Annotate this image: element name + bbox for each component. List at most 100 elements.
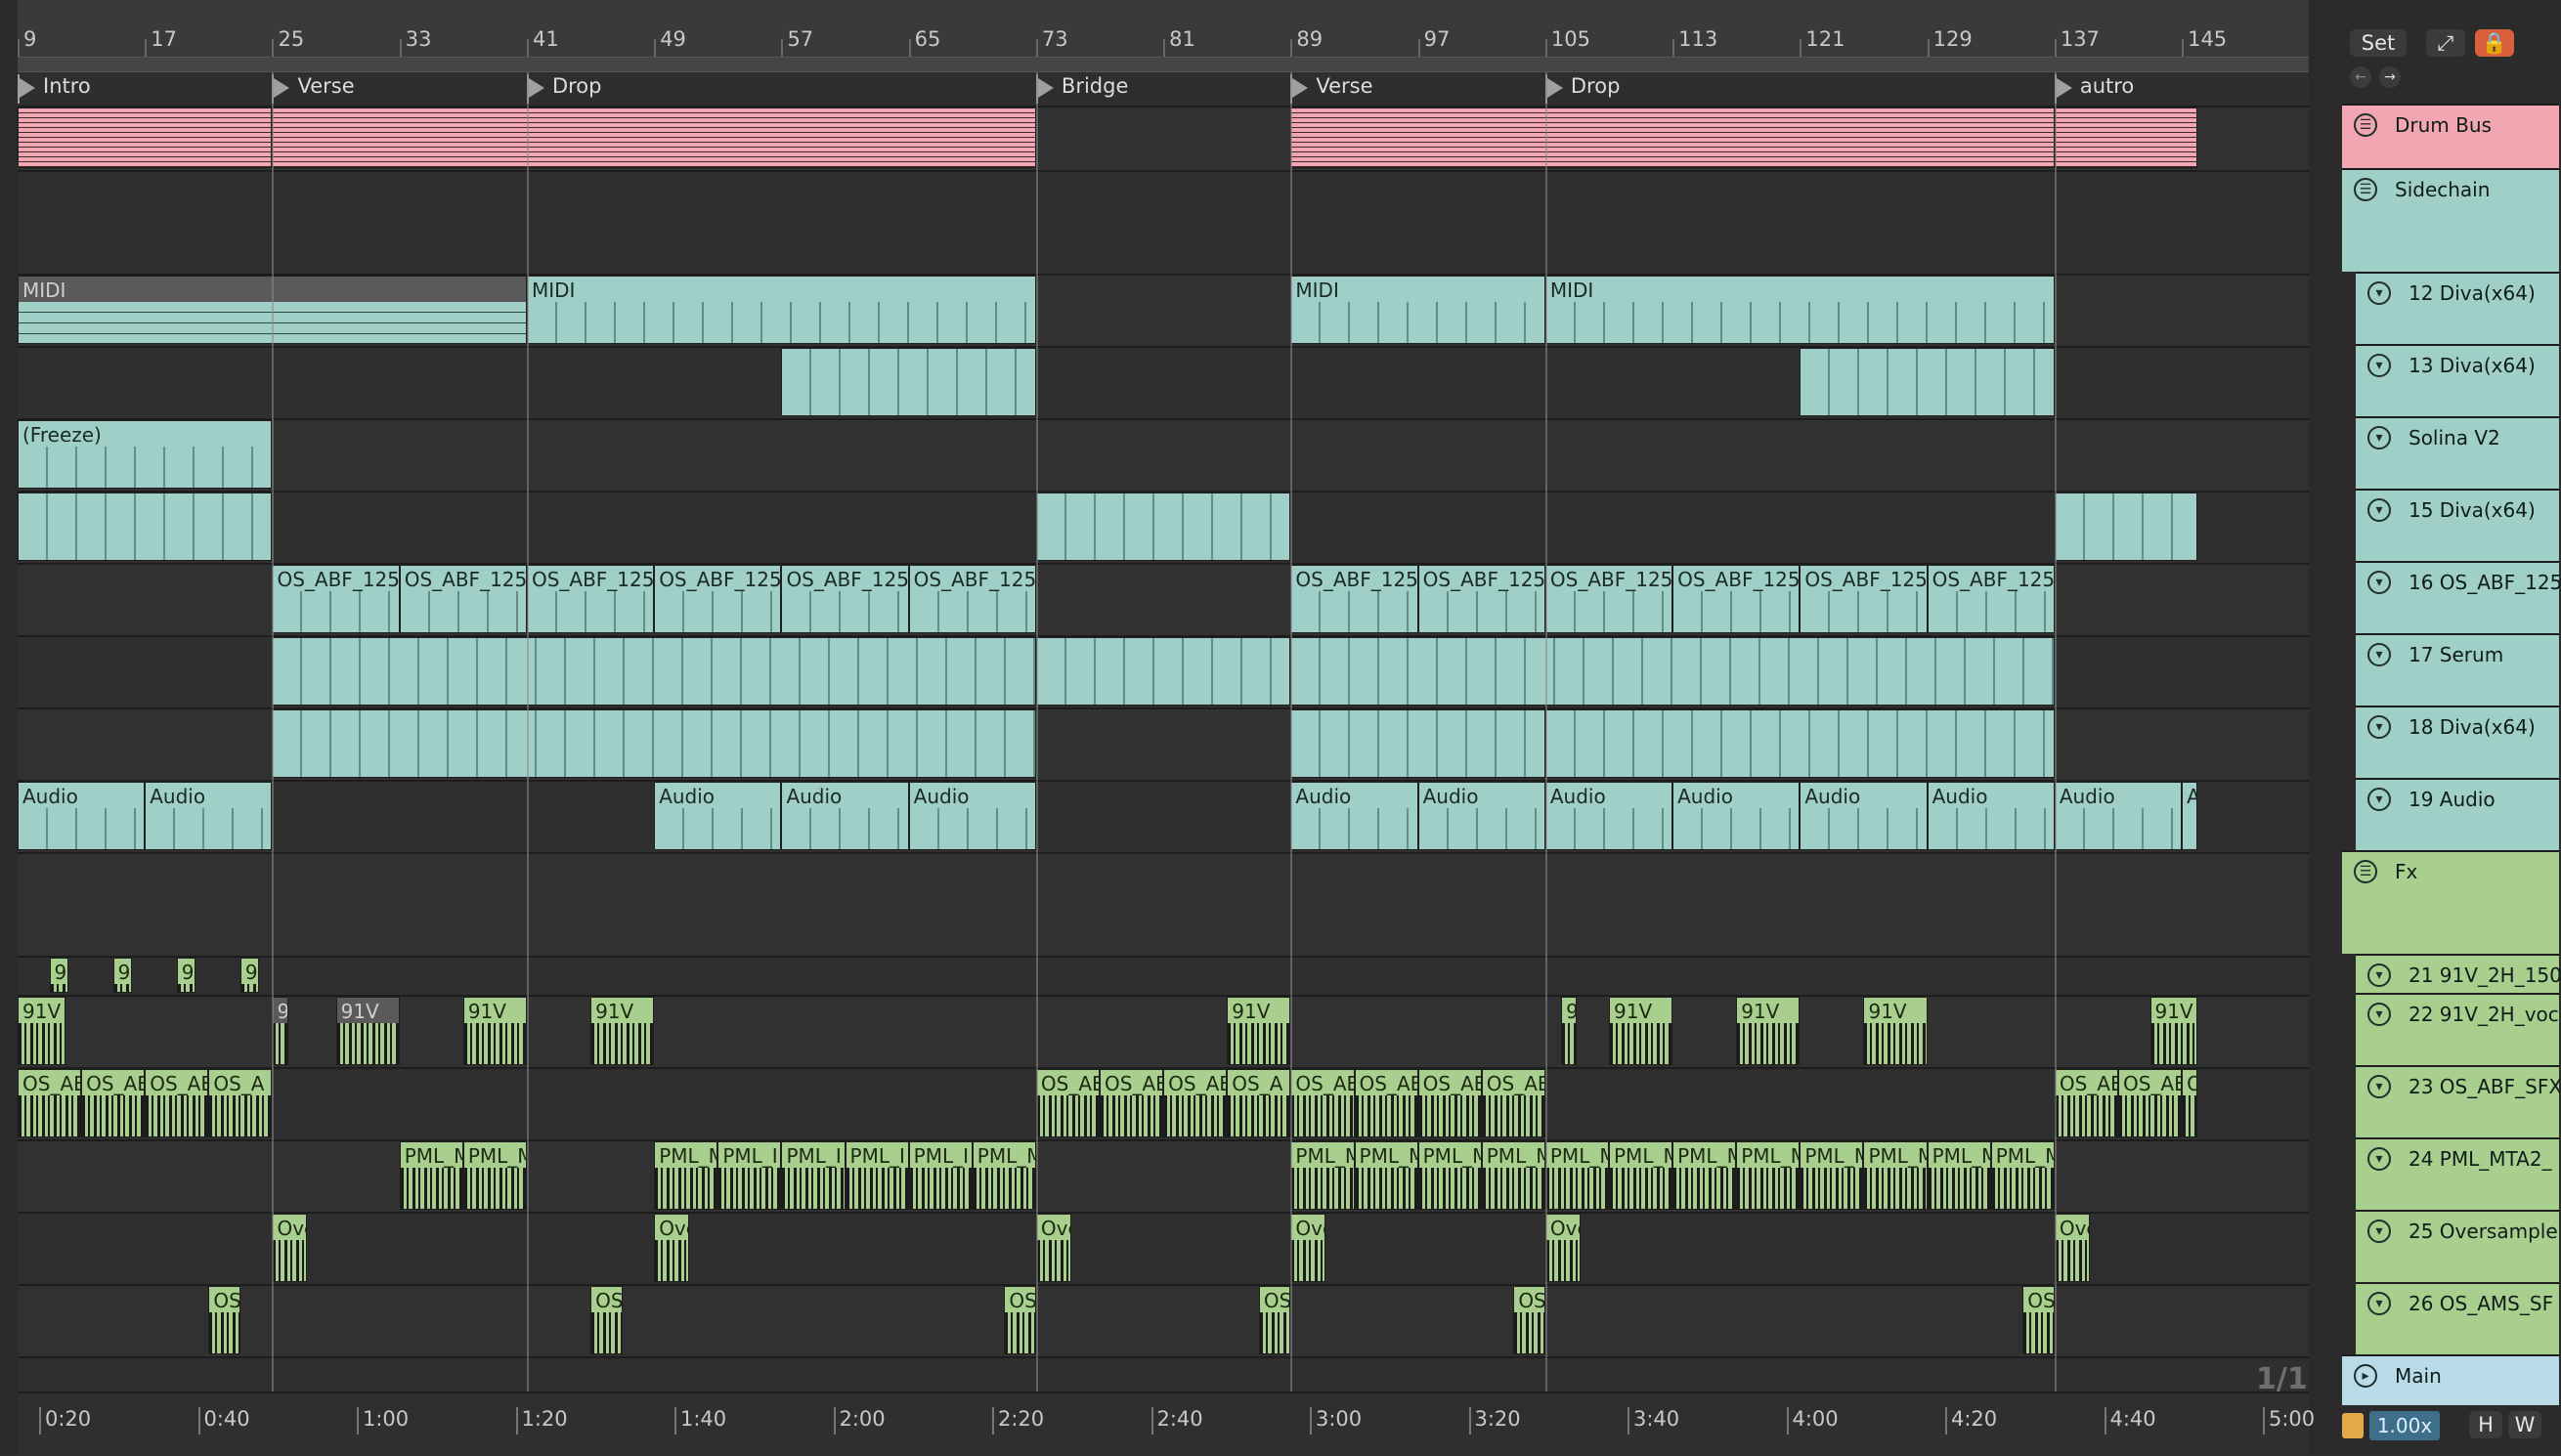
track-header[interactable]: ☰ Sidechain — [2342, 168, 2559, 272]
clip[interactable]: OS_AE — [1354, 1069, 1418, 1137]
clip[interactable]: 91V — [1736, 997, 1801, 1065]
clip[interactable] — [1544, 709, 2055, 778]
fold-icon[interactable]: ▾ — [2367, 964, 2391, 987]
clip[interactable]: OS_A — [1227, 1069, 1291, 1137]
clip[interactable]: 91V — [335, 997, 400, 1065]
clip[interactable]: Audio — [1544, 782, 1673, 850]
clip[interactable]: OS_AE — [1163, 1069, 1228, 1137]
clip[interactable]: PML_M — [1290, 1141, 1355, 1210]
clip[interactable]: PML_M — [1863, 1141, 1928, 1210]
track-lane[interactable] — [18, 418, 2309, 492]
track-header[interactable]: ▾ 22 91V_2H_voc — [2356, 993, 2559, 1065]
clip[interactable]: Audio — [2182, 782, 2198, 850]
clip[interactable]: OS_AE — [1035, 1069, 1101, 1137]
clip[interactable]: Oversa — [1544, 1214, 1581, 1282]
group-fold-icon[interactable]: ☰ — [2354, 113, 2377, 137]
locator[interactable]: Intro — [18, 74, 91, 104]
clip[interactable]: OS_A — [1513, 1286, 1545, 1354]
clip[interactable]: OS_ABF_125 — [781, 565, 909, 633]
fold-icon[interactable]: ▾ — [2367, 643, 2391, 666]
arrangement-scrollbar[interactable] — [18, 57, 2309, 72]
clip[interactable]: 91V — [1863, 997, 1928, 1065]
set-button[interactable]: Set — [2350, 29, 2407, 57]
clip[interactable]: PML_M — [1544, 1141, 1609, 1210]
clip[interactable]: 91V — [1227, 997, 1291, 1065]
locator[interactable]: autro — [2054, 74, 2134, 104]
track-header[interactable]: ▾ 16 OS_ABF_125 — [2356, 561, 2561, 633]
track-lane[interactable] — [18, 170, 2309, 276]
clip[interactable]: Audio — [1290, 782, 1418, 850]
clip[interactable]: Audio — [1672, 782, 1801, 850]
fold-icon[interactable]: ▾ — [2367, 426, 2391, 450]
expand-icon[interactable]: ⤢ — [2426, 29, 2465, 57]
fold-icon[interactable]: ▾ — [2367, 1075, 2391, 1098]
clip[interactable]: 91V — [2149, 997, 2198, 1065]
clip[interactable]: PML_M — [1481, 1141, 1545, 1210]
clip[interactable]: OS_ABF_125 — [1417, 565, 1545, 633]
clip[interactable]: Oversa — [2054, 1214, 2090, 1282]
fold-icon[interactable]: ▾ — [2367, 498, 2391, 522]
clip[interactable]: OS_ABF_125 — [1672, 565, 1801, 633]
locator[interactable]: Drop — [526, 74, 601, 104]
clip[interactable]: 91V — [462, 997, 527, 1065]
track-header[interactable]: ▾ 24 PML_MTA2_ — [2356, 1137, 2559, 1210]
fold-icon[interactable]: ▾ — [2367, 1292, 2391, 1315]
clip[interactable]: PML_I — [781, 1141, 846, 1210]
track-header[interactable]: ▾ 18 Diva(x64) — [2356, 706, 2559, 778]
clip[interactable]: PML_I — [845, 1141, 909, 1210]
clip[interactable]: OS_A — [208, 1286, 240, 1354]
track-header[interactable]: ▾ 17 Serum — [2356, 633, 2559, 706]
track-header[interactable]: ▾ Solina V2 — [2356, 416, 2559, 489]
arrow-right-icon[interactable]: → — [2379, 66, 2401, 88]
clip[interactable]: MIDI — [526, 276, 1036, 344]
track-header[interactable]: ▾ 19 Audio — [2356, 778, 2559, 850]
clip[interactable]: OS_AE — [1290, 1069, 1355, 1137]
clip[interactable]: PML_I — [908, 1141, 973, 1210]
clip[interactable]: PML_M — [1354, 1141, 1418, 1210]
clip[interactable]: Oversa — [1290, 1214, 1326, 1282]
locator[interactable]: Verse — [272, 74, 355, 104]
clip[interactable]: OS_AE — [2182, 1069, 2198, 1137]
clip[interactable]: OS_A — [590, 1286, 623, 1354]
clip[interactable]: PML_M — [1736, 1141, 1801, 1210]
clip[interactable]: 91V — [18, 997, 65, 1065]
clip[interactable]: MIDI — [1544, 276, 2055, 344]
track-header[interactable]: ▾ 15 Diva(x64) — [2356, 489, 2559, 561]
track-lane[interactable] — [18, 1284, 2309, 1358]
track-header[interactable]: ☰ Fx — [2342, 850, 2559, 954]
clip[interactable] — [2054, 107, 2198, 168]
clip[interactable]: Oversa — [654, 1214, 689, 1282]
clip[interactable]: OS_ABF_125 — [1544, 565, 1673, 633]
fold-icon[interactable]: ▾ — [2367, 1147, 2391, 1171]
clip[interactable]: OS_A — [208, 1069, 273, 1137]
clip[interactable]: (Freeze) — [18, 420, 273, 489]
clip[interactable]: OS_ABF_125 — [654, 565, 782, 633]
track-header[interactable]: ▸ Main — [2342, 1354, 2559, 1405]
clip[interactable]: Audio — [781, 782, 909, 850]
w-button[interactable]: W — [2508, 1411, 2541, 1438]
group-fold-icon[interactable]: ☰ — [2354, 860, 2377, 883]
group-fold-icon[interactable]: ☰ — [2354, 178, 2377, 201]
clip[interactable]: PML_M — [1417, 1141, 1482, 1210]
locator-bar[interactable]: Intro Verse Drop Bridge Verse Drop autro — [18, 72, 2309, 106]
clip[interactable]: 91 — [176, 958, 196, 993]
track-lane[interactable] — [18, 956, 2309, 997]
clip[interactable] — [2054, 492, 2198, 561]
clip[interactable]: OS_ABF_125 — [908, 565, 1036, 633]
clip[interactable]: 91 — [49, 958, 69, 993]
clip[interactable]: PML_M — [1800, 1141, 1864, 1210]
clip[interactable] — [1800, 348, 2055, 416]
clip[interactable]: 9 — [1561, 997, 1578, 1065]
clip[interactable] — [1290, 107, 2055, 168]
clip[interactable]: PML_M — [1990, 1141, 2055, 1210]
clip[interactable] — [781, 348, 1036, 416]
fold-icon[interactable]: ▾ — [2367, 788, 2391, 811]
clip[interactable]: OS_ABF_125 — [1290, 565, 1418, 633]
clip[interactable]: PML_M — [462, 1141, 527, 1210]
clip[interactable]: OS_AE — [1481, 1069, 1545, 1137]
clip[interactable]: OS_ABF_125 — [526, 565, 655, 633]
clip[interactable]: Audio — [654, 782, 782, 850]
track-header[interactable]: ▾ 25 Oversample — [2356, 1210, 2559, 1282]
track-header[interactable]: ▾ 26 OS_AMS_SF — [2356, 1282, 2559, 1354]
locator[interactable]: Bridge — [1035, 74, 1128, 104]
